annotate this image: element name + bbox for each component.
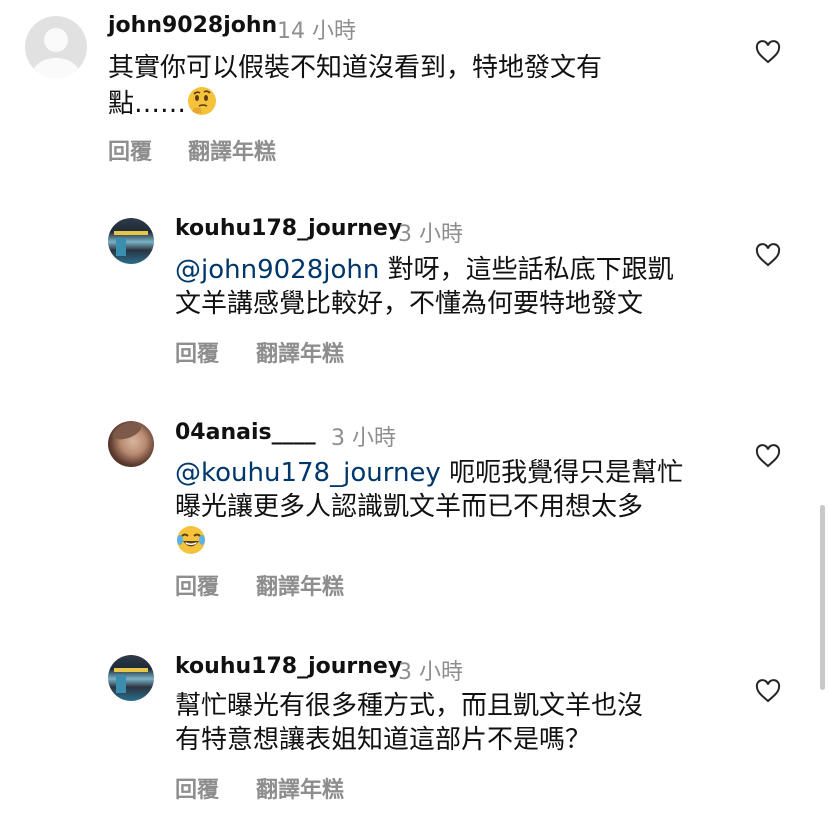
scrollbar[interactable]	[820, 505, 825, 690]
heart-icon[interactable]	[755, 444, 781, 468]
mention-link[interactable]: @john9028john	[175, 255, 379, 285]
reply-button[interactable]: 回覆	[175, 336, 219, 368]
avatar[interactable]	[108, 655, 154, 701]
avatar[interactable]	[108, 421, 154, 467]
translate-button[interactable]: 翻譯年糕	[188, 134, 276, 166]
tears-of-joy-emoji	[177, 526, 205, 554]
heart-icon[interactable]	[755, 243, 781, 267]
comment-time: 3 小時	[398, 660, 463, 685]
reply-button[interactable]: 回覆	[175, 772, 219, 804]
comment-username[interactable]: john9028john	[108, 13, 277, 38]
reply-button[interactable]: 回覆	[108, 134, 152, 166]
comment-text: @john9028john 對呀，這些話私底下跟凱 文羊講感覺比較好，不懂為何要…	[175, 255, 674, 319]
avatar[interactable]	[108, 218, 154, 264]
translate-button[interactable]: 翻譯年糕	[256, 569, 344, 601]
heart-icon[interactable]	[755, 40, 781, 64]
reply-button[interactable]: 回覆	[175, 569, 219, 601]
translate-button[interactable]: 翻譯年糕	[256, 336, 344, 368]
comment-time: 3 小時	[331, 426, 396, 451]
comment-username[interactable]: kouhu178_journey	[175, 654, 402, 679]
avatar-default-icon	[44, 28, 68, 52]
thinking-face-emoji	[188, 87, 217, 115]
translate-button[interactable]: 翻譯年糕	[256, 772, 344, 804]
mention-link[interactable]: @kouhu178_journey	[175, 458, 441, 488]
comment-username[interactable]: kouhu178_journey	[175, 216, 402, 241]
comment-text: @kouhu178_journey 呃呃我覺得只是幫忙 曝光讓更多人認識凱文羊而…	[175, 456, 683, 560]
heart-icon[interactable]	[755, 679, 781, 703]
comment-text: 幫忙曝光有很多種方式，而且凱文羊也沒 有特意想讓表姐知道這部片不是嗎？	[175, 691, 644, 755]
comment-time: 3 小時	[398, 222, 463, 247]
avatar[interactable]	[25, 16, 87, 78]
comment-text: 其實你可以假裝不知道沒看到，特地發文有 點……	[108, 53, 603, 119]
comment-time: 14 小時	[277, 19, 356, 44]
comment-username[interactable]: 04anais____	[175, 420, 316, 445]
